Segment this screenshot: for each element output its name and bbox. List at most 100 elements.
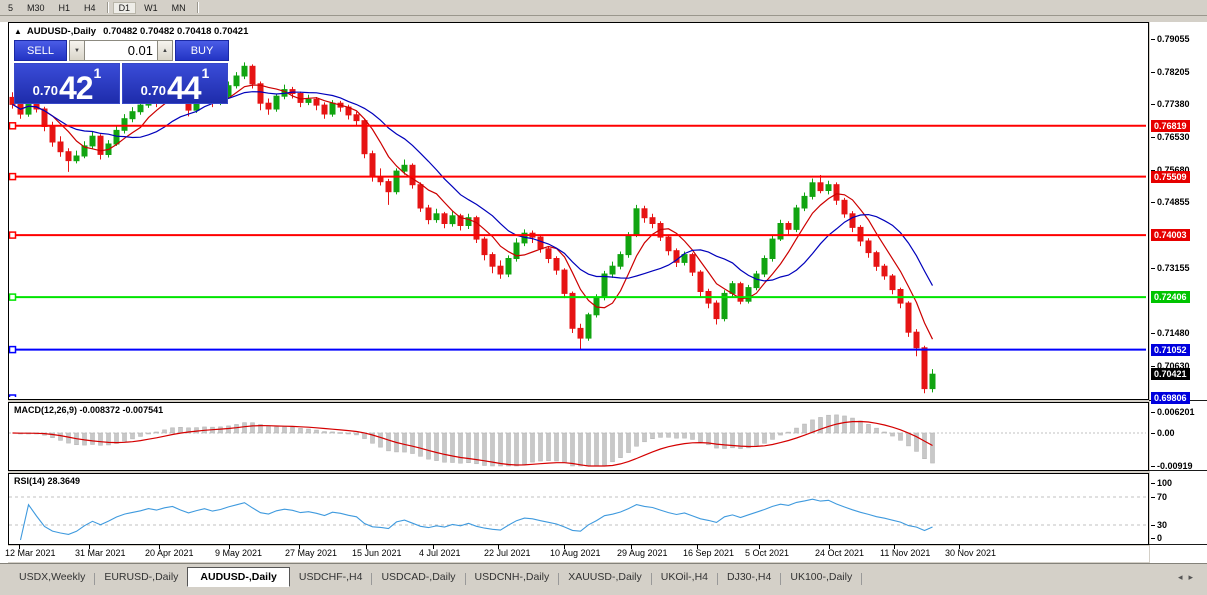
rsi-axis-tick: 0 [1157,533,1162,543]
date-tick [89,545,90,549]
date-label: 5 Oct 2021 [745,548,789,558]
rsi-label: RSI(14) 28.3649 [14,476,80,486]
macd-axis-tick: 0.00 [1157,428,1175,438]
volume-increase-button[interactable]: ▲ [157,40,173,61]
timeframe-button-5[interactable]: 5 [2,2,19,14]
chart-title: AUDUSD-,Daily [27,26,96,37]
date-label: 15 Jun 2021 [352,548,402,558]
date-tick [159,545,160,549]
price-tick: 0.78205 [1157,67,1190,77]
macd-label: MACD(12,26,9) -0.008372 -0.007541 [14,405,163,415]
one-click-trading-widget: SELL ▼ ▲ BUY 0.70 42 1 0.70 44 1 [14,40,229,104]
price-badge: 0.71052 [1151,344,1190,356]
chart-header: ▲ AUDUSD-,Daily 0.70482 0.70482 0.70418 0.… [14,26,248,37]
symbol-tab-usdx-weekly[interactable]: USDX,Weekly [10,568,94,586]
date-tick [631,545,632,549]
toolbar-separator [197,2,198,13]
date-label: 12 Mar 2021 [5,548,56,558]
price-badge: 0.72406 [1151,291,1190,303]
date-tick [366,545,367,549]
timeframe-button-mn[interactable]: MN [166,2,192,14]
date-tick [229,545,230,549]
rsi-indicator-pane: RSI(14) 28.3649 [8,473,1149,545]
timeframe-button-h1[interactable]: H1 [53,2,77,14]
price-tick: 0.76530 [1157,132,1190,142]
buy-price-big: 44 [167,74,201,102]
symbol-tab-dj30-h4[interactable]: DJ30-,H4 [718,568,780,586]
buy-button[interactable]: BUY [175,40,229,61]
date-label: 27 May 2021 [285,548,337,558]
date-label: 24 Oct 2021 [815,548,864,558]
price-badge: 0.70421 [1151,368,1190,380]
price-badge: 0.76819 [1151,120,1190,132]
price-badge: 0.69806 [1151,392,1190,404]
price-tick: 0.73155 [1157,263,1190,273]
collapse-panel-icon[interactable]: ▲ [14,27,22,36]
triangle-down-icon: ▼ [74,48,80,54]
date-label: 9 May 2021 [215,548,262,558]
symbol-tab-usdcad-daily[interactable]: USDCAD-,Daily [372,568,464,586]
symbol-tab-uk100-daily[interactable]: UK100-,Daily [781,568,861,586]
symbol-tab-eurusd-daily[interactable]: EURUSD-,Daily [95,568,187,586]
date-tick [299,545,300,549]
pane-separator [1149,470,1207,471]
date-label: 20 Apr 2021 [145,548,194,558]
tab-scroll-left-icon[interactable]: ◂ [1178,572,1189,582]
timeframe-button-h4[interactable]: H4 [78,2,102,14]
symbol-tab-audusd-daily[interactable]: AUDUSD-,Daily [187,567,289,587]
timeframe-button-d1[interactable]: D1 [113,2,137,14]
sell-button[interactable]: SELL [14,40,67,61]
rsi-chart [9,474,1146,542]
symbol-tab-xauusd-daily[interactable]: XAUUSD-,Daily [559,568,651,586]
symbol-tab-usdcnh-daily[interactable]: USDCNH-,Daily [466,568,559,586]
triangle-up-icon: ▲ [162,48,168,54]
sell-quote-panel[interactable]: 0.70 42 1 [14,63,120,104]
date-tick [894,545,895,549]
timeframe-button-w1[interactable]: W1 [138,2,164,14]
date-tick [697,545,698,549]
rsi-axis-tick: 30 [1157,520,1167,530]
chart-ohlc-values: 0.70482 0.70482 0.70418 0.70421 [103,26,248,37]
date-tick [959,545,960,549]
symbol-tab-ukoil-h4[interactable]: UKOil-,H4 [652,568,717,586]
buy-quote-panel[interactable]: 0.70 44 1 [122,63,228,104]
date-tick [498,545,499,549]
price-badge: 0.74003 [1151,229,1190,241]
date-label: 31 Mar 2021 [75,548,126,558]
date-tick [759,545,760,549]
price-tick: 0.79055 [1157,34,1190,44]
tab-scroll-arrows[interactable]: ◂▸ [1178,572,1199,583]
macd-indicator-pane: MACD(12,26,9) -0.008372 -0.007541 [8,402,1149,471]
date-label: 30 Nov 2021 [945,548,996,558]
pane-separator [1149,544,1207,545]
date-tick [19,545,20,549]
rsi-axis-tick: 70 [1157,492,1167,502]
macd-axis-tick: 0.006201 [1157,407,1195,417]
date-label: 29 Aug 2021 [617,548,668,558]
date-label: 11 Nov 2021 [880,548,930,558]
date-label: 22 Jul 2021 [484,548,531,558]
rsi-axis-tick: 100 [1157,478,1172,488]
date-label: 16 Sep 2021 [683,548,734,558]
volume-decrease-button[interactable]: ▼ [69,40,85,61]
price-tick: 0.74855 [1157,197,1190,207]
sell-price-pip: 1 [94,65,102,81]
tab-scroll-right-icon[interactable]: ▸ [1188,572,1199,582]
date-tick [564,545,565,549]
sell-price-big: 42 [59,74,93,102]
symbol-tab-bar: USDX,WeeklyEURUSD-,DailyAUDUSD-,DailyUSD… [0,563,1207,595]
price-axis: 0.790550.782050.773800.765300.756800.748… [1150,22,1207,563]
sell-price-prefix: 0.70 [33,83,58,98]
macd-chart [9,403,1146,468]
buy-price-pip: 1 [202,65,210,81]
price-badge: 0.75509 [1151,171,1190,183]
volume-input[interactable] [85,40,157,61]
date-axis: 12 Mar 2021 31 Mar 2021 20 Apr 2021 9 May 2… [8,546,1149,562]
timeframe-button-m30[interactable]: M30 [21,2,51,14]
price-tick: 0.71480 [1157,328,1190,338]
price-tick: 0.77380 [1157,99,1190,109]
toolbar-separator [107,2,108,13]
symbol-tab-usdchf-h4[interactable]: USDCHF-,H4 [290,568,372,586]
date-label: 10 Aug 2021 [550,548,601,558]
date-tick [433,545,434,549]
